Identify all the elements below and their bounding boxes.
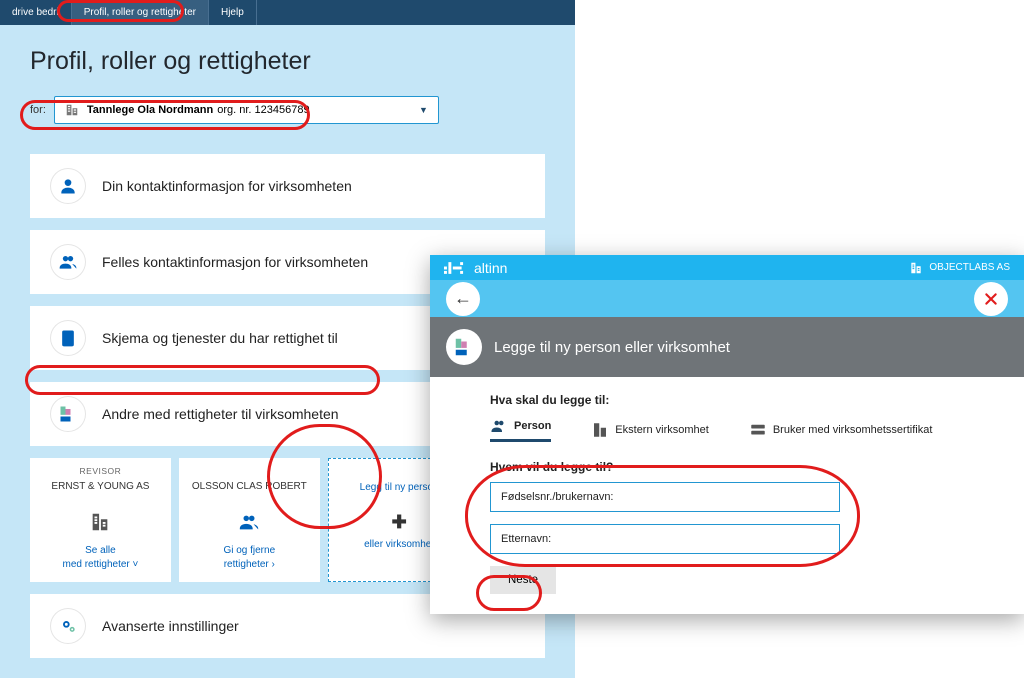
nav-item-profil[interactable]: Profil, roller og rettigheter: [72, 0, 209, 25]
gears-icon: [50, 608, 86, 644]
tab-cert[interactable]: Bruker med virksomhetssertifikat: [749, 421, 933, 439]
add-person-modal: altinn OBJECTLABS AS ← Legge til ny pers…: [430, 255, 1024, 614]
people-icon: [490, 417, 508, 435]
actor-name: Tannlege Ola Nordmann: [87, 104, 213, 116]
page-title: Profil, roller og rettigheter: [30, 47, 545, 76]
back-button[interactable]: ←: [446, 282, 480, 316]
building-icon: [591, 421, 609, 439]
person-icon: [50, 168, 86, 204]
org-people-icon: [446, 329, 482, 365]
person-name: OLSSON CLAS ROBERT: [192, 481, 307, 493]
type-tabs: Person Ekstern virksomhet Bruker med vir…: [490, 417, 964, 442]
prompt-who: Hvem vil du legge til?: [490, 460, 964, 474]
surname-input[interactable]: Etternavn:: [490, 524, 840, 554]
modal-action-bar: ←: [430, 280, 1024, 317]
actor-org-label: org. nr.: [217, 104, 251, 116]
row-label: Avanserte innstillinger: [102, 618, 239, 634]
add-line2: eller virksomhet: [364, 539, 434, 551]
row-label: Felles kontaktinformasjon for virksomhet…: [102, 254, 368, 270]
revisor-name: ERNST & YOUNG AS: [51, 481, 149, 493]
rights-cell-revisor[interactable]: REVISOR ERNST & YOUNG AS Se allemed rett…: [30, 458, 171, 582]
revisor-link[interactable]: Se allemed rettigheter ˅: [62, 544, 138, 572]
nav-item-hjelp[interactable]: Hjelp: [209, 0, 257, 25]
revisor-label: REVISOR: [80, 466, 122, 476]
plus-icon: ✚: [392, 512, 407, 533]
modal-header: altinn OBJECTLABS AS: [430, 255, 1024, 280]
add-line1: Legg til ny person: [360, 482, 439, 494]
altinn-logo-icon: [444, 260, 466, 276]
clipboard-icon: [50, 320, 86, 356]
row-contact-you[interactable]: Din kontaktinformasjon for virksomheten: [30, 154, 545, 218]
row-label: Andre med rettigheter til virksomheten: [102, 406, 339, 422]
rights-cell-person[interactable]: OLSSON CLAS ROBERT Gi og fjernerettighet…: [179, 458, 320, 582]
tab-person[interactable]: Person: [490, 417, 551, 442]
top-nav: drive bedri Profil, roller og rettighete…: [0, 0, 575, 25]
people-icon: [50, 244, 86, 280]
modal-heading: Legge til ny person eller virksomhet: [430, 317, 1024, 377]
spacer: [248, 466, 251, 476]
people-icon: [237, 511, 261, 536]
ssn-input[interactable]: Fødselsnr./brukernavn:: [490, 482, 840, 512]
chevron-down-icon: ▼: [419, 105, 428, 115]
close-icon: [983, 291, 999, 307]
for-label: for:: [30, 104, 46, 116]
person-link[interactable]: Gi og fjernerettigheter ›: [223, 544, 275, 572]
tab-company[interactable]: Ekstern virksomhet: [591, 421, 709, 439]
brand-logo: altinn: [444, 260, 507, 276]
prompt-type: Hva skal du legge til:: [490, 393, 964, 407]
org-people-icon: [50, 396, 86, 432]
building-icon: [909, 261, 923, 275]
building-icon: [89, 511, 111, 536]
building-icon: [65, 103, 79, 117]
actor-select[interactable]: Tannlege Ola Nordmann org. nr. 123456789…: [54, 96, 439, 124]
close-button[interactable]: [974, 282, 1008, 316]
next-button[interactable]: Neste: [490, 566, 556, 594]
row-label: Din kontaktinformasjon for virksomheten: [102, 178, 352, 194]
nav-item-drive[interactable]: drive bedri: [0, 0, 72, 25]
server-icon: [749, 421, 767, 439]
row-label: Skjema og tjenester du har rettighet til: [102, 330, 338, 346]
actor-org-nr: 123456789: [255, 104, 310, 116]
org-indicator[interactable]: OBJECTLABS AS: [909, 261, 1010, 275]
